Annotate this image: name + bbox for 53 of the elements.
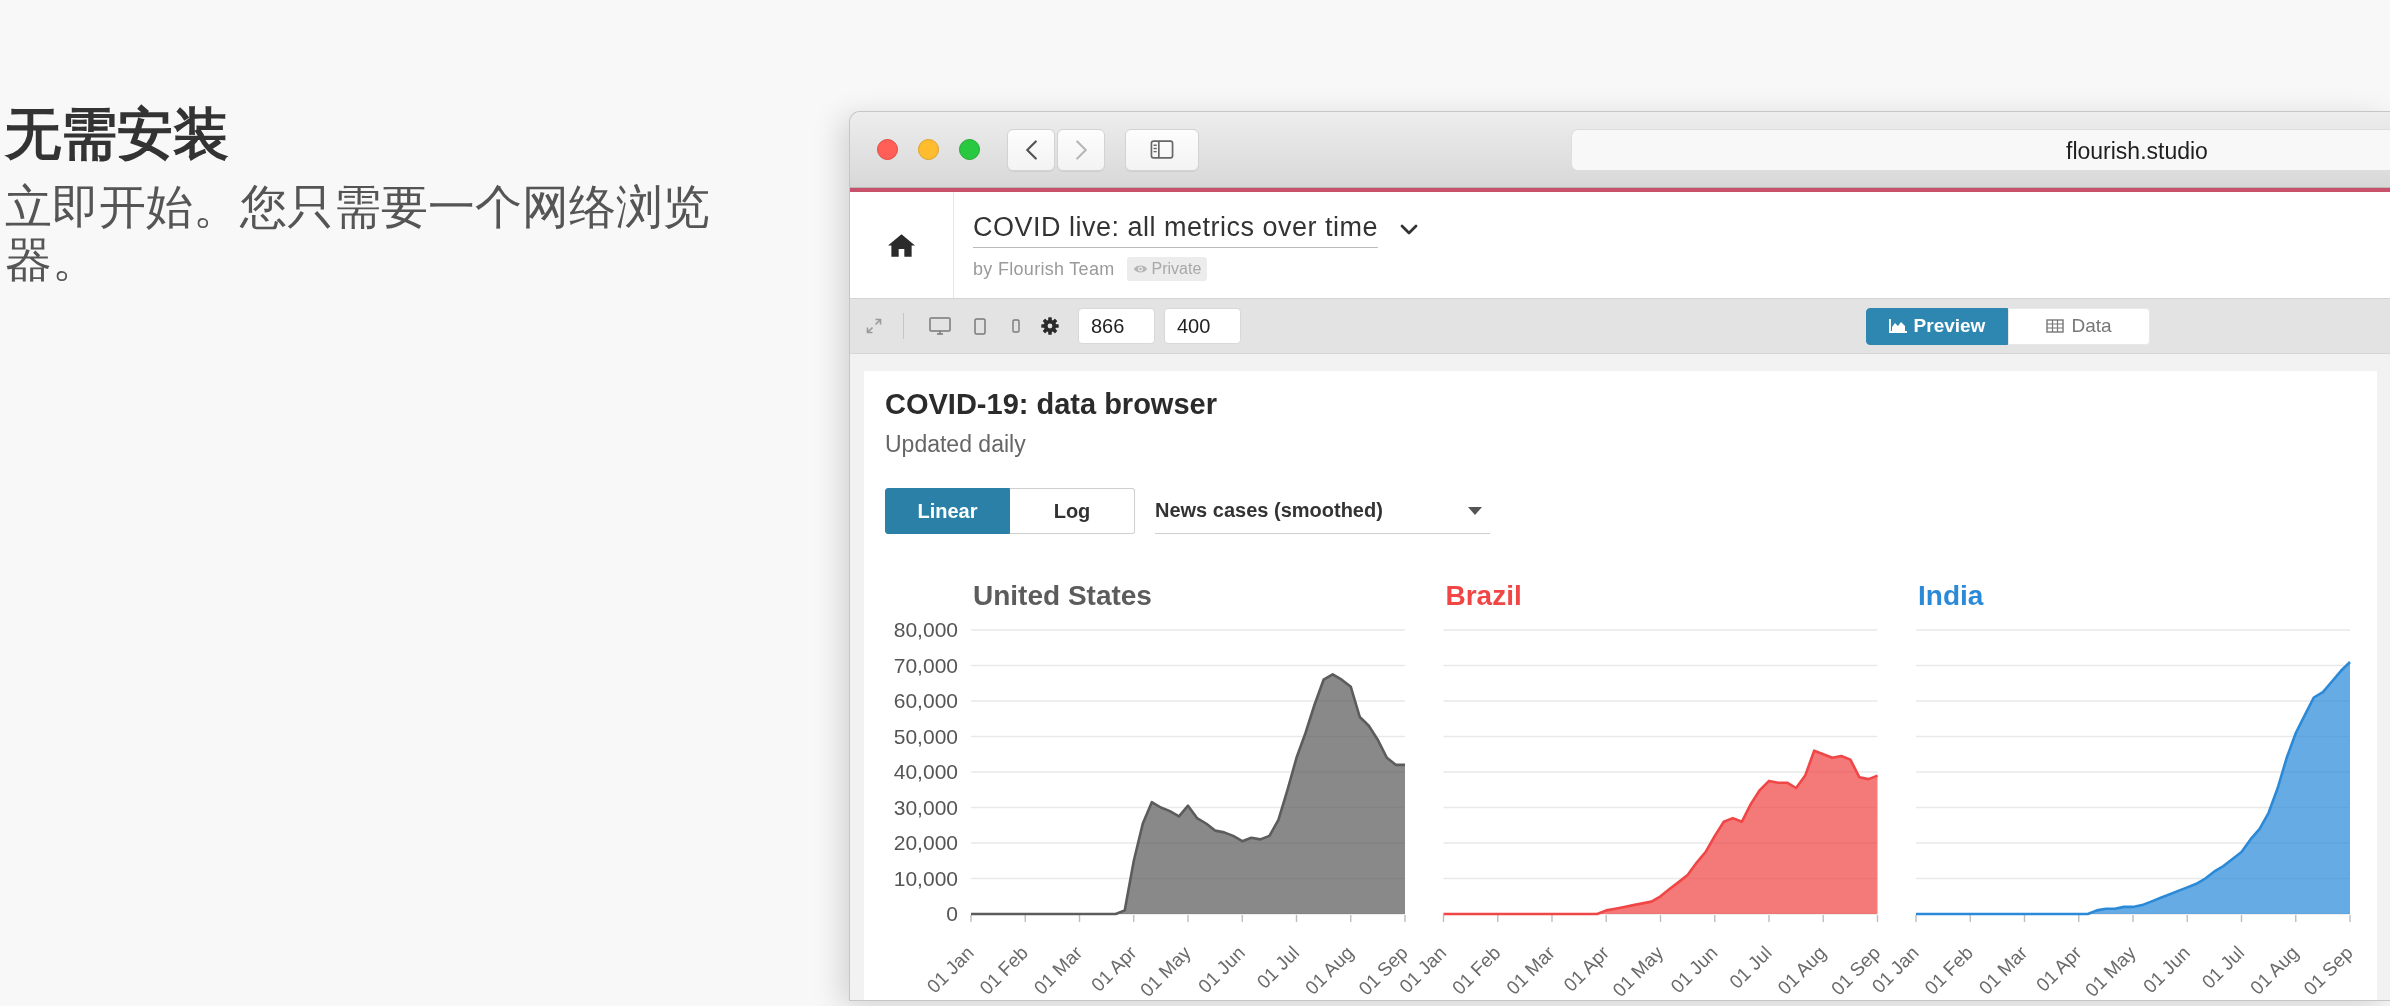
x-axis-label: 01 Feb — [1447, 942, 1505, 999]
y-axis-label: 60,000 — [893, 689, 958, 712]
scale-option[interactable]: Linear — [885, 488, 1010, 534]
eye-icon — [1132, 264, 1148, 274]
zoom-button[interactable] — [959, 139, 980, 160]
expand-icon[interactable] — [866, 318, 882, 334]
preview-tab[interactable]: Preview — [1866, 307, 2008, 345]
badge-label: Private — [1151, 259, 1202, 279]
x-axis-label: 01 Mar — [1502, 942, 1559, 999]
monitor-icon[interactable] — [929, 317, 951, 335]
table-icon — [2046, 319, 2065, 333]
heading: 无需安装 — [5, 104, 230, 164]
y-axis-label: 20,000 — [893, 831, 958, 854]
width-input[interactable]: 866 — [1078, 308, 1155, 344]
data-tab[interactable]: Data — [2008, 307, 2150, 345]
minimize-button[interactable] — [918, 139, 939, 160]
y-axis-label: 80,000 — [893, 618, 958, 641]
y-axis-label: 0 — [946, 902, 958, 925]
phone-icon[interactable] — [1012, 319, 1020, 333]
y-axis-label: 10,000 — [893, 866, 958, 890]
chevron-left-icon — [1025, 139, 1037, 160]
y-axis-label: 50,000 — [893, 724, 958, 748]
chevron-right-icon — [1075, 139, 1087, 160]
chart-title: United States — [973, 580, 1152, 611]
home-icon — [888, 233, 915, 257]
y-axis-label: 30,000 — [893, 795, 958, 819]
address-bar[interactable]: flourish.studio — [1571, 128, 2390, 171]
tablet-icon[interactable] — [974, 317, 986, 335]
x-axis-label: 01 Jun — [1666, 942, 1722, 998]
chart-subtitle: Updated daily — [885, 430, 1026, 458]
x-axis-label: 01 Jan — [922, 942, 978, 998]
settings-icon[interactable] — [1041, 317, 1059, 335]
chevron-down-icon[interactable] — [1400, 224, 1419, 236]
area-chart-icon — [1888, 319, 1907, 333]
chart-heading: COVID-19: data browser — [885, 387, 1217, 421]
chart-title: India — [1918, 580, 1984, 611]
x-axis-label: 01 Jun — [2138, 942, 2195, 998]
height-input[interactable]: 400 — [1164, 308, 1241, 344]
y-axis-label: 70,000 — [893, 653, 958, 677]
sidebar-button[interactable] — [1125, 128, 1199, 171]
byline: by Flourish Team — [973, 258, 1115, 281]
sidebar-icon — [1150, 140, 1174, 159]
intro-text: 立即开始。您只需要一个网络浏览器。 — [5, 180, 711, 286]
x-axis-label: 01 Jul — [1725, 942, 1776, 993]
chart-title: Brazil — [1445, 580, 1522, 611]
close-button[interactable] — [877, 139, 898, 160]
visualisation-title[interactable]: COVID live: all metrics over time — [973, 212, 1379, 248]
x-axis-label: 01 Aug — [1773, 942, 1831, 999]
back-button[interactable] — [1007, 128, 1055, 171]
y-axis-label: 40,000 — [893, 760, 958, 783]
x-axis-label: 01 Jun — [1193, 942, 1250, 998]
caret-icon — [1468, 506, 1482, 515]
scale-option[interactable]: Log — [1010, 488, 1135, 534]
